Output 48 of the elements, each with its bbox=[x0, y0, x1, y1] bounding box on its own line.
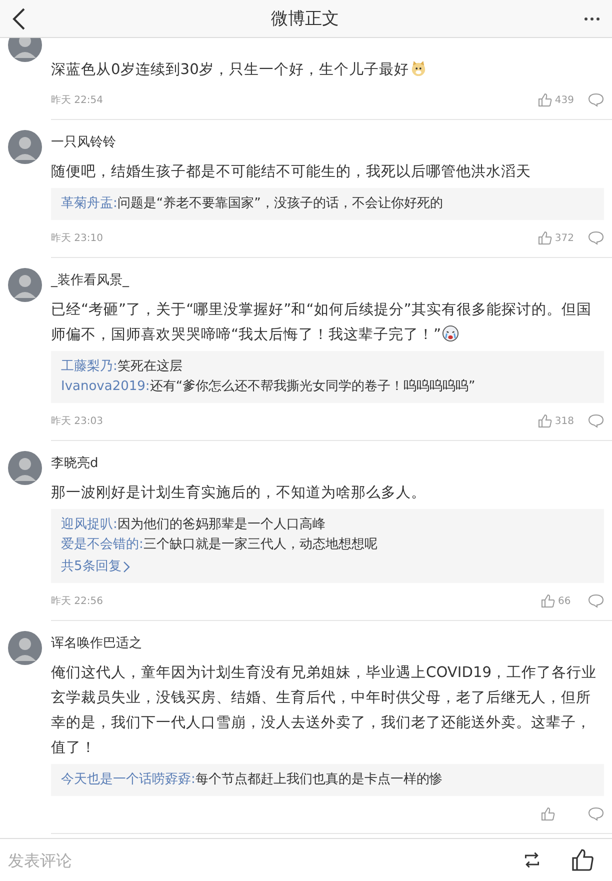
user-name[interactable]: 李晓亮d bbox=[51, 454, 98, 472]
avatar-icon[interactable] bbox=[8, 631, 42, 665]
chevron-icon[interactable] bbox=[123, 561, 130, 573]
like-count: 372 bbox=[554, 232, 574, 244]
thumbs-up-icon[interactable] bbox=[538, 231, 552, 245]
user-name[interactable]: 诨名唤作巴适之 bbox=[51, 634, 142, 652]
reply-text[interactable]: Ivanova2019:还有“爹你怎么还不帮我撕光女同学的卷子！呜呜呜呜呜” bbox=[61, 377, 594, 397]
user-name[interactable]: 一只风铃铃 bbox=[51, 133, 116, 151]
like-count: 318 bbox=[554, 416, 574, 426]
reply-text[interactable]: 爱是不会错的:三个缺口就是一家三代人，动态地想想呢 bbox=[61, 535, 594, 555]
comment-icon[interactable] bbox=[588, 807, 604, 821]
like-count: 66 bbox=[558, 596, 571, 606]
more-icon[interactable] bbox=[584, 16, 600, 20]
reply-text[interactable]: 革菊舟盂:问题是“养老不要靠国家”，没孩子的话，不会让你好死的 bbox=[61, 194, 594, 214]
reply-text[interactable]: 今天也是一个话唠孬孬:每个节点都赶上我们也真的是卡点一样的惨 bbox=[61, 770, 594, 790]
thumbs-up-icon[interactable] bbox=[572, 849, 594, 871]
comment-icon[interactable] bbox=[588, 414, 604, 428]
more-replies-link[interactable]: 共5条回复 bbox=[61, 557, 130, 577]
comment-icon[interactable] bbox=[588, 93, 604, 107]
reply-text[interactable]: 工藤梨乃:笑死在这层 bbox=[61, 357, 594, 377]
comment-icon[interactable] bbox=[588, 231, 604, 245]
comment-time: 昨天 23:03 bbox=[51, 416, 103, 427]
comment-icon[interactable] bbox=[588, 594, 604, 608]
thumbs-up-icon[interactable] bbox=[538, 93, 552, 107]
comment-text: 俺们这代人，童年因为计划生育没有兄弟姐妹，毕业遇上COVID19，工作了各行业玄学裁员失业，没钱买房、结婚、生育后代，中年时供父母，老了后继无人，但所幸的是，我们下一代人口雪崩，没人去送外卖了，我们老了还能送外卖。这辈子，值了！ bbox=[51, 664, 597, 756]
avatar-icon[interactable] bbox=[8, 130, 42, 164]
thumbs-up-icon[interactable] bbox=[538, 414, 552, 428]
comment-input[interactable]: 发表评论 bbox=[8, 850, 492, 870]
comment-text: 已经“考砸”了，关于“哪里没掌握好”和“如何后续提分”其实有很多能探讨的。但国师偏不，国师喜欢哭哭啼啼“我太后悔了！我这辈子完了！” bbox=[51, 301, 592, 343]
thumbs-up-icon[interactable] bbox=[541, 594, 555, 608]
avatar-icon[interactable] bbox=[8, 451, 42, 485]
comment-time: 昨天 23:10 bbox=[51, 233, 103, 244]
page-title: 微博正文 bbox=[271, 8, 339, 30]
comment-time: 昨天 22:54 bbox=[51, 95, 103, 106]
user-name[interactable]: _装作看风景_ bbox=[51, 271, 129, 289]
comment-text: 随便吧，结婚生孩子都是不可能结不可能生的，我死以后哪管他洪水滔天 bbox=[51, 163, 531, 180]
reply-text[interactable]: 迎风捉叭:因为他们的爸妈那辈是一个人口高峰 bbox=[61, 515, 594, 535]
crying-emoji-icon bbox=[442, 325, 460, 342]
repost-icon[interactable] bbox=[522, 851, 542, 869]
like-count: 439 bbox=[554, 94, 574, 106]
avatar-icon[interactable] bbox=[8, 38, 42, 62]
thumbs-up-icon[interactable] bbox=[541, 807, 555, 821]
dog-emoji-icon bbox=[410, 60, 427, 77]
comment-text: 那一波刚好是计划生育实施后的，不知道为啥那么多人。 bbox=[51, 484, 426, 501]
back-icon[interactable] bbox=[12, 6, 26, 30]
comment-text: 深蓝色从0岁连续到30岁，只生一个好，生个儿子最好 bbox=[51, 61, 427, 78]
comment-time: 昨天 22:56 bbox=[51, 596, 103, 607]
avatar-icon[interactable] bbox=[8, 268, 42, 302]
